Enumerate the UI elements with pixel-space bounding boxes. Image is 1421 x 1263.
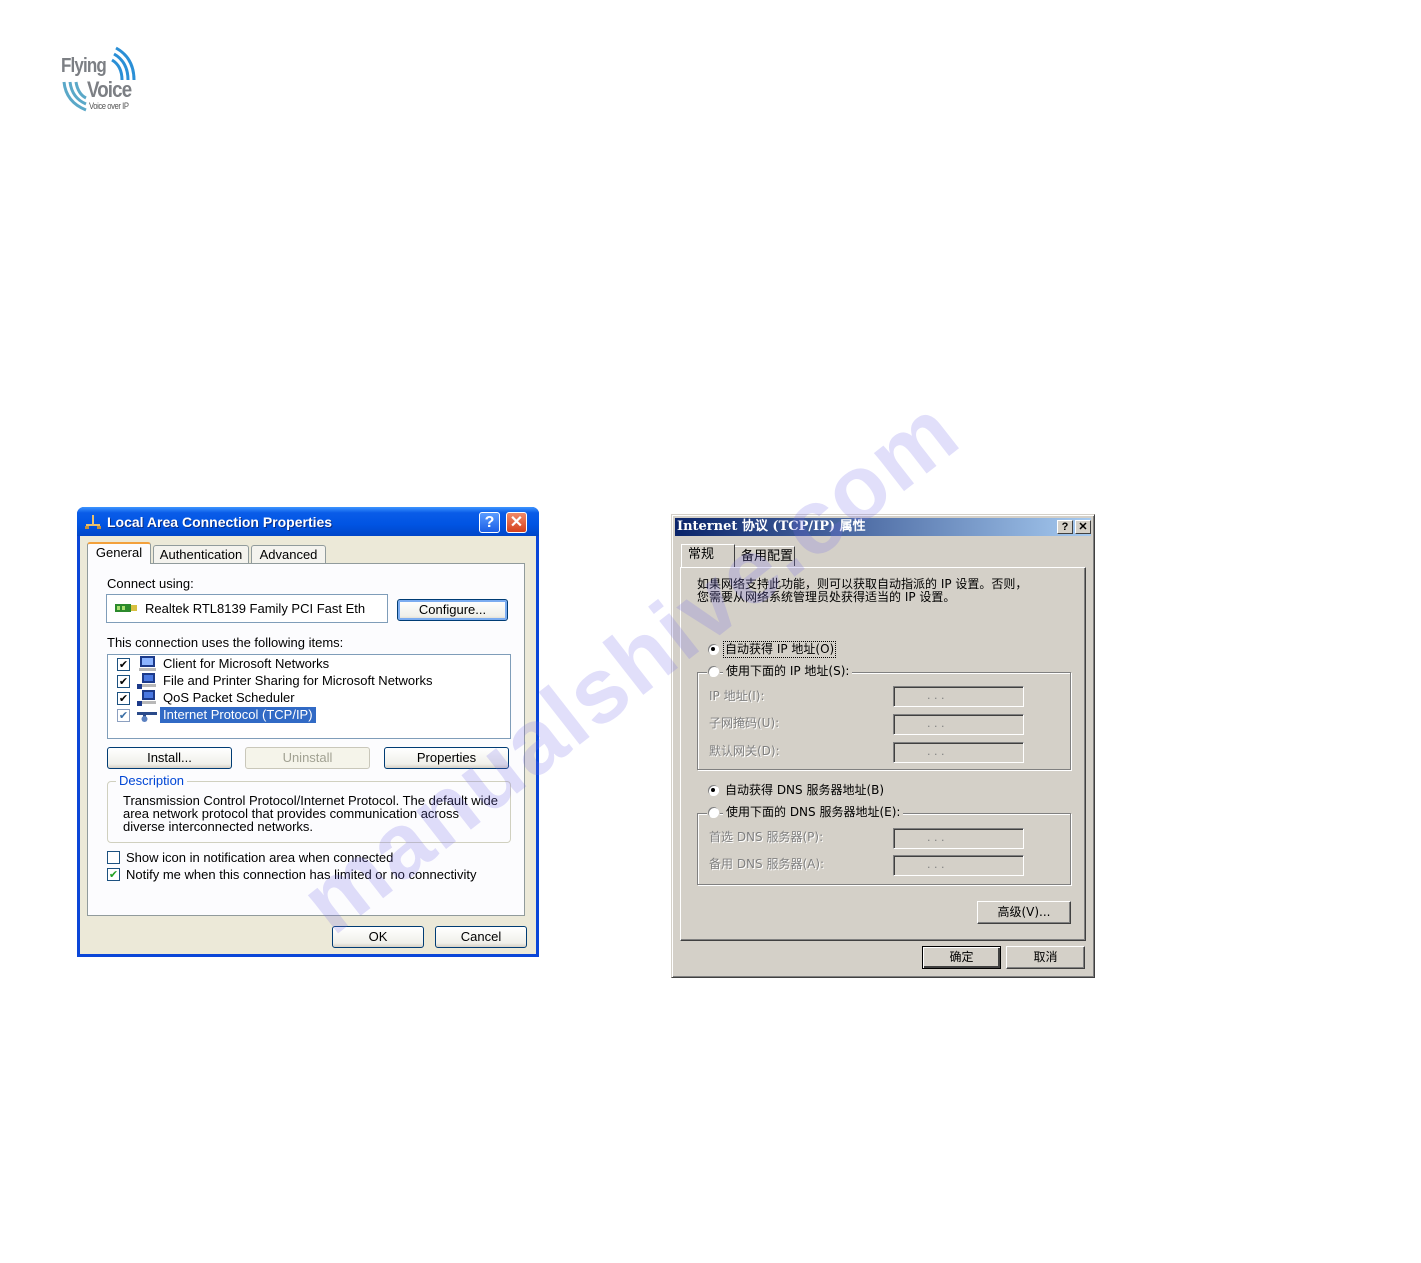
intro-text-line-2: 您需要从网络系统管理员处获得适当的 IP 设置。 [697, 590, 956, 604]
cancel-button[interactable]: 取消 [1006, 946, 1085, 969]
auto-ip-radio[interactable] [708, 644, 719, 655]
uninstall-button[interactable]: Uninstall [245, 747, 370, 769]
items-label: This connection uses the following items… [107, 635, 344, 650]
subnet-mask-input[interactable]: . . . [893, 714, 1024, 735]
tab-general[interactable]: General [87, 542, 151, 564]
logo-tagline: Voice over IP [89, 101, 129, 111]
close-button[interactable]: ✕ [1075, 520, 1091, 534]
item-label: Internet Protocol (TCP/IP) [160, 707, 316, 723]
ok-button[interactable]: OK [332, 926, 424, 948]
tab-authentication[interactable]: Authentication [153, 545, 249, 563]
network-adapter-icon [115, 604, 137, 612]
network-client-icon [139, 656, 156, 671]
tab-alternate-configuration[interactable]: 备用配置 [734, 546, 795, 566]
network-service-icon [137, 673, 156, 689]
notify-label[interactable]: Notify me when this connection has limit… [126, 867, 476, 882]
manual-dns-label[interactable]: 使用下面的 DNS 服务器地址(E): [723, 806, 904, 819]
components-list[interactable]: ✔ Client for Microsoft Networks ✔ File a… [107, 654, 511, 739]
preferred-dns-label: 首选 DNS 服务器(P): [709, 830, 824, 844]
item-label: Client for Microsoft Networks [163, 656, 330, 671]
ip-address-label: IP 地址(I): [709, 689, 765, 703]
logo-word-flying: Flying [61, 55, 107, 77]
dialog-title-bar[interactable]: Local Area Connection Properties ? ✕ [77, 507, 539, 536]
cancel-button[interactable]: Cancel [435, 926, 527, 948]
logo-word-voice: Voice [87, 77, 132, 102]
help-button[interactable]: ? [1057, 520, 1073, 534]
alternate-dns-label: 备用 DNS 服务器(A): [709, 857, 825, 871]
tab-advanced[interactable]: Advanced [251, 545, 326, 563]
flying-voice-logo: Flying Voice Voice over IP [60, 44, 142, 116]
dialog-title: Internet 协议 (TCP/IP) 属性 [677, 519, 866, 534]
subnet-mask-value: . . . [927, 717, 945, 730]
help-button[interactable]: ? [479, 512, 500, 533]
alternate-dns-input[interactable]: . . . [893, 855, 1024, 876]
show-icon-label[interactable]: Show icon in notification area when conn… [126, 850, 393, 865]
item-label: QoS Packet Scheduler [163, 690, 295, 705]
manual-ip-radio[interactable] [708, 666, 719, 677]
item-label: File and Printer Sharing for Microsoft N… [163, 673, 433, 688]
ip-address-value: . . . [927, 689, 945, 702]
ip-address-input[interactable]: . . . [893, 686, 1024, 707]
install-button[interactable]: Install... [107, 747, 232, 769]
preferred-dns-input[interactable]: . . . [893, 828, 1024, 849]
adapter-field[interactable]: Realtek RTL8139 Family PCI Fast Eth [106, 594, 388, 623]
close-button[interactable]: ✕ [506, 512, 527, 533]
connect-using-label: Connect using: [107, 576, 194, 591]
default-gateway-input[interactable]: . . . [893, 742, 1024, 763]
description-legend: Description [116, 773, 188, 788]
properties-button[interactable]: Properties [384, 747, 509, 769]
auto-dns-radio[interactable] [708, 785, 719, 796]
dialog-body: General Authentication Advanced Connect … [80, 536, 536, 954]
description-text: Transmission Control Protocol/Internet P… [123, 793, 499, 834]
item-checkbox[interactable]: ✔ [117, 675, 130, 688]
general-tab-panel: Connect using: Realtek RTL8139 Family PC… [87, 563, 525, 916]
adapter-name: Realtek RTL8139 Family PCI Fast Eth [145, 601, 366, 616]
advanced-button[interactable]: 高级(V)... [977, 901, 1071, 924]
tab-general[interactable]: 常规 [681, 544, 735, 567]
network-service-icon [137, 690, 156, 706]
item-checkbox[interactable]: ✔ [117, 692, 130, 705]
subnet-mask-label: 子网掩码(U): [709, 716, 780, 730]
auto-ip-label[interactable]: 自动获得 IP 地址(O) [722, 641, 837, 658]
alternate-dns-value: . . . [927, 858, 945, 871]
manual-ip-label[interactable]: 使用下面的 IP 地址(S): [723, 665, 853, 678]
description-group: Description Transmission Control Protoco… [107, 773, 511, 843]
dialog-title-bar[interactable]: Internet 协议 (TCP/IP) 属性 ? ✕ [675, 518, 1091, 536]
preferred-dns-value: . . . [927, 831, 945, 844]
tcp-ip-properties-dialog: Internet 协议 (TCP/IP) 属性 ? ✕ 常规 备用配置 如果网络… [671, 514, 1095, 978]
default-gateway-label: 默认网关(D): [709, 744, 780, 758]
manual-dns-radio[interactable] [708, 807, 719, 818]
network-connection-icon [85, 515, 101, 529]
configure-button[interactable]: Configure... [397, 599, 508, 621]
ok-button[interactable]: 确定 [922, 946, 1001, 969]
general-tab-panel: 如果网络支持此功能，则可以获取自动指派的 IP 设置。否则， 您需要从网络系统管… [680, 567, 1086, 941]
show-icon-checkbox[interactable] [107, 851, 120, 864]
item-checkbox[interactable]: ✔ [117, 709, 130, 722]
item-checkbox[interactable]: ✔ [117, 658, 130, 671]
default-gateway-value: . . . [927, 745, 945, 758]
dialog-title: Local Area Connection Properties [107, 514, 333, 530]
notify-checkbox[interactable]: ✔ [107, 868, 120, 881]
auto-dns-label[interactable]: 自动获得 DNS 服务器地址(B) [725, 784, 884, 797]
network-protocol-icon [137, 712, 157, 722]
local-area-connection-properties-dialog: Local Area Connection Properties ? ✕ Gen… [77, 507, 539, 957]
